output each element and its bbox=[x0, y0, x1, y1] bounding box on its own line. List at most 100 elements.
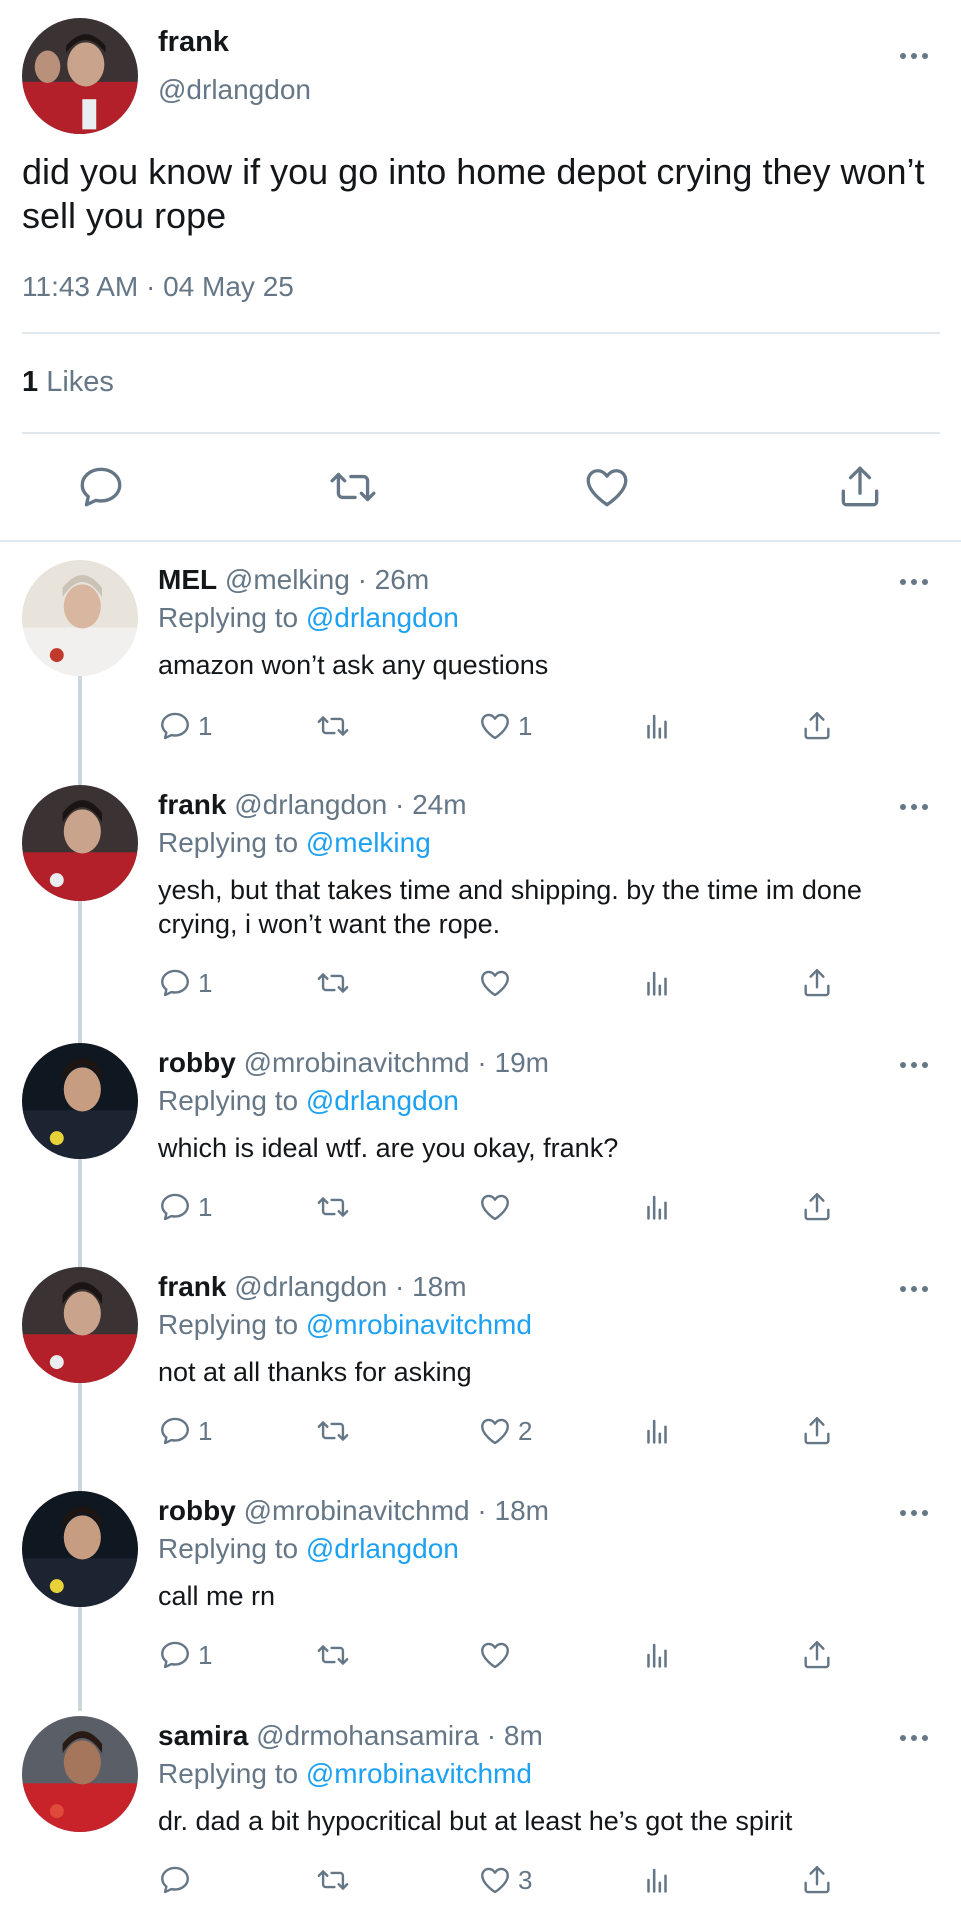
like-button[interactable]: 2 bbox=[478, 1411, 532, 1451]
avatar[interactable] bbox=[22, 1716, 138, 1832]
like-button[interactable]: 3 bbox=[478, 1860, 532, 1900]
share-button[interactable] bbox=[800, 1187, 834, 1227]
retweet-icon bbox=[317, 1870, 349, 1890]
reply-header[interactable]: frank @drlangdon · 18m bbox=[158, 1271, 467, 1303]
replying-label: Replying to bbox=[158, 827, 306, 858]
analytics-button[interactable] bbox=[640, 1635, 674, 1675]
reply-header[interactable]: robby @mrobinavitchmd · 19m bbox=[158, 1047, 549, 1079]
author-name[interactable]: frank bbox=[158, 26, 229, 59]
analytics-button[interactable] bbox=[640, 706, 674, 746]
like-button[interactable] bbox=[478, 963, 518, 1003]
reply-header[interactable]: MEL @melking · 26m bbox=[158, 564, 429, 596]
author-name[interactable]: MEL bbox=[158, 564, 217, 595]
author-name[interactable]: frank bbox=[158, 1271, 226, 1302]
retweet-button[interactable] bbox=[316, 1187, 356, 1227]
author-handle[interactable]: @drlangdon bbox=[158, 74, 311, 106]
analytics-button[interactable] bbox=[640, 963, 674, 1003]
retweet-button[interactable] bbox=[316, 1860, 356, 1900]
author-handle-time[interactable]: @drmohansamira · 8m bbox=[256, 1720, 543, 1751]
share-button[interactable] bbox=[800, 1635, 834, 1675]
replying-to-link[interactable]: @melking bbox=[306, 827, 431, 858]
author-handle-time[interactable]: @drlangdon · 24m bbox=[234, 789, 466, 820]
heart-icon bbox=[481, 1418, 509, 1445]
retweet-button[interactable] bbox=[316, 1411, 356, 1451]
more-icon[interactable] bbox=[894, 572, 934, 592]
reply-text: dr. dad a bit hypocritical but at least … bbox=[158, 1806, 793, 1836]
reply-count: 1 bbox=[198, 1415, 213, 1446]
replying-to: Replying to @melking bbox=[158, 827, 431, 859]
replying-to-link[interactable]: @mrobinavitchmd bbox=[306, 1309, 532, 1340]
like-button[interactable]: 1 bbox=[478, 706, 532, 746]
share-button[interactable] bbox=[800, 1860, 834, 1900]
replying-to-link[interactable]: @mrobinavitchmd bbox=[306, 1758, 532, 1789]
author-handle-time[interactable]: @drlangdon · 18m bbox=[234, 1271, 466, 1302]
share-icon bbox=[804, 712, 830, 740]
share-button[interactable] bbox=[800, 1411, 834, 1451]
analytics-button[interactable] bbox=[640, 1187, 674, 1227]
replying-to-link[interactable]: @drlangdon bbox=[306, 602, 459, 633]
retweet-button[interactable] bbox=[316, 1635, 356, 1675]
analytics-button[interactable] bbox=[640, 1411, 674, 1451]
likes-count[interactable]: 1 Likes bbox=[22, 366, 114, 399]
reply-count: 1 bbox=[198, 1639, 213, 1670]
heart-icon bbox=[481, 1642, 509, 1669]
share-button[interactable] bbox=[800, 706, 834, 746]
replying-to-link[interactable]: @drlangdon bbox=[306, 1533, 459, 1564]
reply-button[interactable]: 1 bbox=[158, 1187, 212, 1227]
more-icon[interactable] bbox=[894, 1503, 934, 1523]
more-icon[interactable] bbox=[894, 1055, 934, 1075]
author-handle-time[interactable]: @mrobinavitchmd · 18m bbox=[244, 1495, 549, 1526]
author-name[interactable]: samira bbox=[158, 1720, 248, 1751]
like-button[interactable] bbox=[478, 1635, 518, 1675]
heart-icon bbox=[481, 713, 509, 740]
reply-header[interactable]: frank @drlangdon · 24m bbox=[158, 789, 467, 821]
author-handle-time[interactable]: @mrobinavitchmd · 19m bbox=[244, 1047, 549, 1078]
avatar[interactable] bbox=[22, 1043, 138, 1159]
more-icon[interactable] bbox=[894, 797, 934, 817]
reply-count: 1 bbox=[198, 710, 213, 741]
like-button[interactable] bbox=[478, 1187, 518, 1227]
share-button[interactable] bbox=[835, 462, 885, 512]
reply-header[interactable]: robby @mrobinavitchmd · 18m bbox=[158, 1495, 549, 1527]
avatar[interactable] bbox=[22, 1267, 138, 1383]
reply-text: which is ideal wtf. are you okay, frank? bbox=[158, 1133, 619, 1163]
share-button[interactable] bbox=[800, 963, 834, 1003]
reply-button[interactable] bbox=[158, 1860, 198, 1900]
reply-actions: 12 bbox=[0, 1411, 961, 1451]
reply-text: yesh, but that takes time and shipping. … bbox=[158, 875, 862, 939]
avatar[interactable] bbox=[22, 560, 138, 676]
share-icon bbox=[841, 466, 879, 507]
more-icon[interactable] bbox=[894, 46, 934, 66]
analytics-button[interactable] bbox=[640, 1860, 674, 1900]
replying-to: Replying to @mrobinavitchmd bbox=[158, 1309, 532, 1341]
divider bbox=[0, 540, 961, 542]
reply-button[interactable]: 1 bbox=[158, 1411, 212, 1451]
reply-button[interactable]: 1 bbox=[158, 1635, 212, 1675]
author-name[interactable]: frank bbox=[158, 789, 226, 820]
replying-label: Replying to bbox=[158, 602, 306, 633]
retweet-button[interactable] bbox=[316, 706, 356, 746]
analytics-icon bbox=[647, 1195, 667, 1220]
heart-icon bbox=[481, 1867, 509, 1894]
more-icon[interactable] bbox=[894, 1279, 934, 1299]
replying-to-link[interactable]: @drlangdon bbox=[306, 1085, 459, 1116]
reply-header[interactable]: samira @drmohansamira · 8m bbox=[158, 1720, 543, 1752]
author-name[interactable]: robby bbox=[158, 1495, 236, 1526]
replying-label: Replying to bbox=[158, 1309, 306, 1340]
avatar[interactable] bbox=[22, 18, 138, 134]
tweet-timestamp[interactable]: 11:43 AM · 04 May 25 bbox=[22, 271, 294, 303]
more-icon[interactable] bbox=[894, 1728, 934, 1748]
reply-actions: 11 bbox=[0, 706, 961, 746]
avatar[interactable] bbox=[22, 1491, 138, 1607]
like-button[interactable] bbox=[582, 462, 632, 512]
author-handle-time[interactable]: @melking · 26m bbox=[225, 564, 429, 595]
reply-count: 1 bbox=[198, 1191, 213, 1222]
avatar[interactable] bbox=[22, 785, 138, 901]
retweet-button[interactable] bbox=[328, 462, 378, 512]
author-name[interactable]: robby bbox=[158, 1047, 236, 1078]
retweet-button[interactable] bbox=[316, 963, 356, 1003]
reply-button[interactable]: 1 bbox=[158, 963, 212, 1003]
reply-actions: 1 bbox=[0, 963, 961, 1003]
reply-button[interactable] bbox=[76, 462, 126, 512]
reply-button[interactable]: 1 bbox=[158, 706, 212, 746]
